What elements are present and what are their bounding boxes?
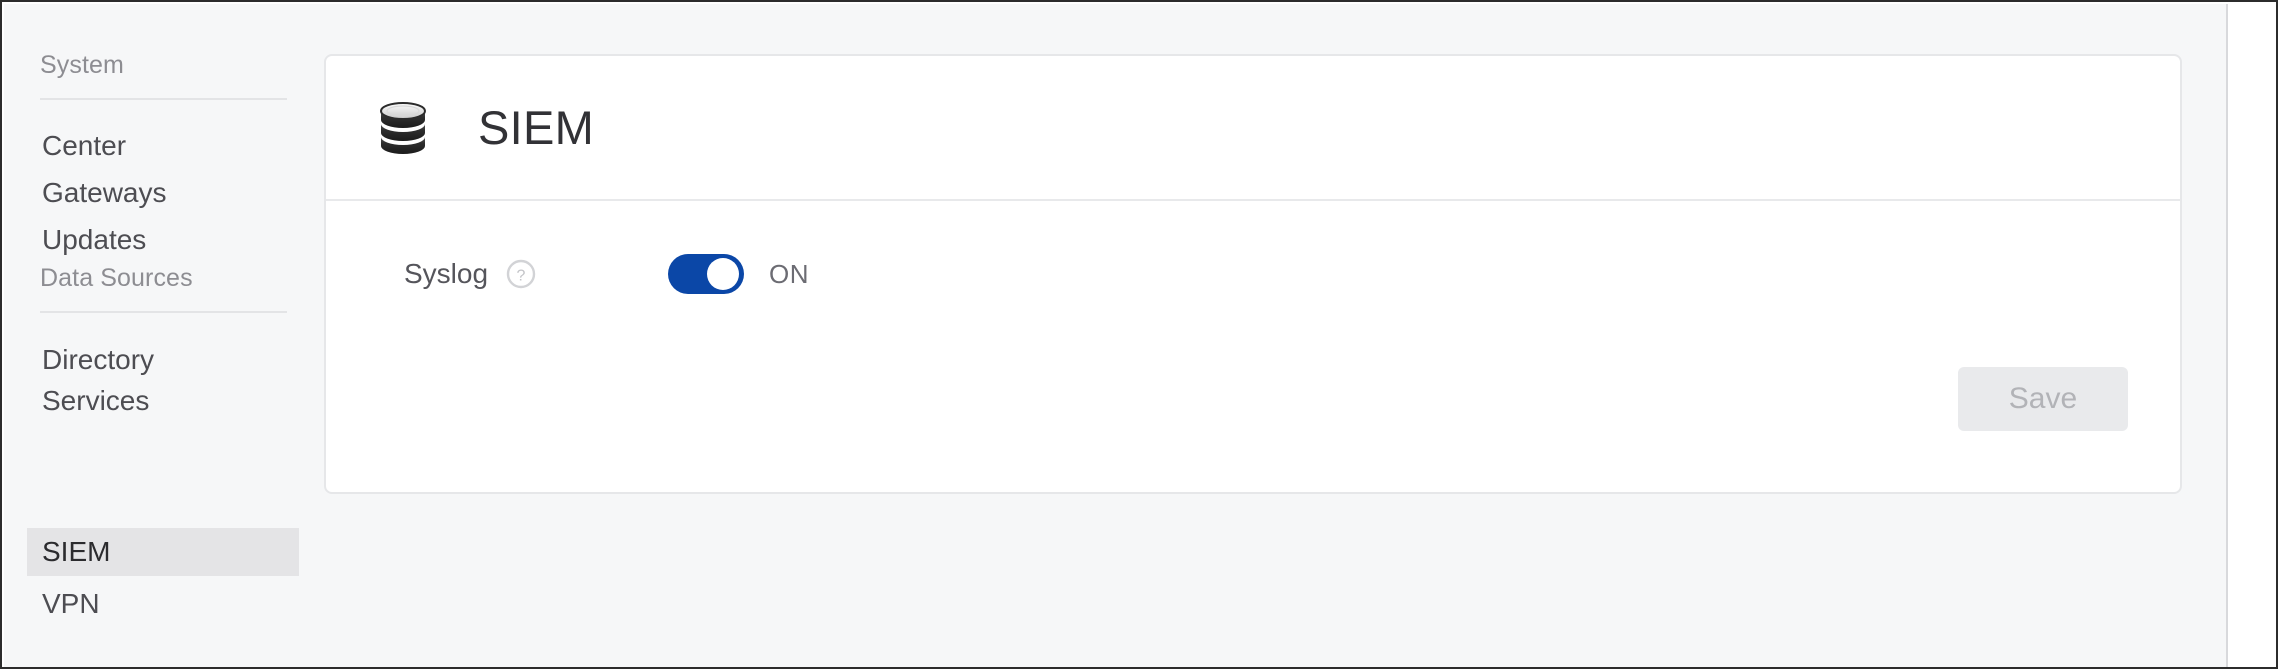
sidebar-item-label: VPN xyxy=(42,588,100,619)
sidebar-item-label: Center xyxy=(42,130,127,161)
sidebar-item-label: SIEM xyxy=(42,536,111,567)
syslog-toggle-switch[interactable] xyxy=(668,254,744,294)
sidebar-item-label: Updates xyxy=(42,224,147,255)
syslog-setting-row: Syslog ? ON xyxy=(326,246,2180,302)
help-circle-icon[interactable]: ? xyxy=(506,259,536,289)
sidebar-item-center[interactable]: Center xyxy=(27,126,299,166)
right-rail xyxy=(2228,4,2276,667)
sidebar-item-label: Directory Services xyxy=(42,344,155,416)
sidebar-section-rule-data-sources xyxy=(40,311,287,313)
application-window: System Center Gateways Updates Data Sour… xyxy=(0,0,2278,669)
sidebar-item-vpn[interactable]: VPN xyxy=(27,584,299,624)
save-button[interactable]: Save xyxy=(1958,367,2128,431)
siem-settings-card: SIEM Syslog ? ON Save xyxy=(324,54,2182,494)
sidebar-item-updates[interactable]: Updates xyxy=(27,220,299,260)
toggle-state-label: ON xyxy=(769,258,809,289)
sidebar-item-gateways[interactable]: Gateways xyxy=(27,173,299,213)
settings-sidebar: System Center Gateways Updates Data Sour… xyxy=(4,4,324,667)
card-header: SIEM xyxy=(326,56,2180,201)
syslog-label: Syslog xyxy=(404,258,489,289)
sidebar-item-siem[interactable]: SIEM xyxy=(27,528,299,576)
svg-text:?: ? xyxy=(517,268,526,285)
toggle-knob xyxy=(707,258,739,290)
sidebar-section-title-system: System xyxy=(40,51,124,79)
card-body: Syslog ? ON Save xyxy=(326,201,2180,492)
sidebar-item-label: Gateways xyxy=(42,177,167,208)
syslog-toggle-group: ON xyxy=(668,246,809,302)
sidebar-item-directory-services[interactable]: Directory Services xyxy=(27,339,267,421)
settings-page: System Center Gateways Updates Data Sour… xyxy=(4,4,2226,667)
sidebar-section-title-data-sources: Data Sources xyxy=(40,264,193,292)
database-icon xyxy=(380,101,426,154)
page-title: SIEM xyxy=(478,101,595,154)
syslog-label-group: Syslog ? xyxy=(404,246,536,302)
sidebar-section-rule-system xyxy=(40,98,287,100)
